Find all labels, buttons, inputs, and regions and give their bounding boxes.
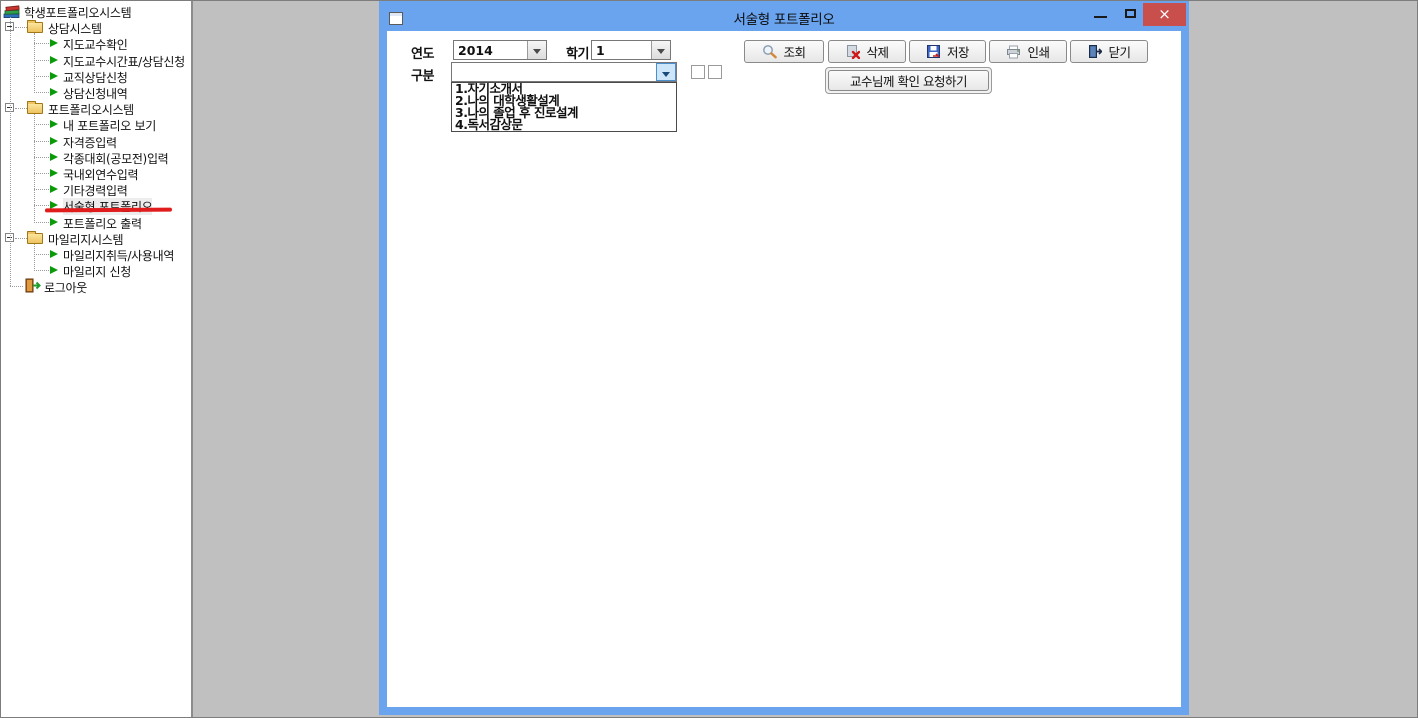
tree-item[interactable]: 내 포트폴리오 보기 bbox=[1, 116, 193, 132]
tree-connector bbox=[34, 141, 49, 142]
semester-label: 학기 bbox=[566, 43, 589, 62]
leaf-arrow-icon bbox=[50, 266, 58, 274]
leaf-arrow-icon bbox=[50, 88, 58, 96]
delete-icon bbox=[845, 44, 860, 59]
navigation-tree: 학생포트폴리오시스템상담시스템지도교수확인지도교수시간표/상담신청교직상담신청상… bbox=[1, 1, 191, 321]
maximize-button[interactable] bbox=[1119, 5, 1143, 25]
leaf-arrow-icon bbox=[50, 218, 58, 226]
search-icon bbox=[762, 44, 777, 59]
tree-item[interactable]: 각종대회(공모전)입력 bbox=[1, 149, 193, 165]
year-value: 2014 bbox=[458, 43, 493, 58]
leaf-arrow-icon bbox=[50, 56, 58, 64]
tree-item[interactable]: 학생포트폴리오시스템 bbox=[1, 3, 193, 19]
portfolio-window: 서술형 포트폴리오 × 연도 2014 학기 1 구분 bbox=[379, 1, 1189, 715]
leaf-arrow-icon bbox=[50, 72, 58, 80]
tree-connector bbox=[15, 238, 27, 239]
category-label: 구분 bbox=[411, 65, 434, 84]
tree-item-label: 서술형 포트폴리오 bbox=[63, 198, 152, 215]
semester-select[interactable]: 1 bbox=[591, 40, 671, 60]
leaf-arrow-icon bbox=[50, 120, 58, 128]
tree-connector bbox=[34, 157, 49, 158]
folder-icon bbox=[27, 233, 43, 244]
tree-connector bbox=[34, 189, 49, 190]
printer-icon bbox=[1006, 44, 1021, 59]
dropdown-option[interactable]: 4.독서감상문 bbox=[452, 119, 676, 131]
tree-item[interactable]: 기타경력입력 bbox=[1, 181, 193, 197]
tree-connector bbox=[34, 270, 49, 271]
tree-branch-line bbox=[34, 114, 35, 223]
tree-item[interactable]: 마일리지취득/사용내역 bbox=[1, 246, 193, 262]
app-screen: 학생포트폴리오시스템상담시스템지도교수확인지도교수시간표/상담신청교직상담신청상… bbox=[0, 0, 1418, 718]
chevron-down-icon[interactable] bbox=[651, 41, 670, 59]
leaf-arrow-icon bbox=[50, 185, 58, 193]
tree-branch-line bbox=[34, 244, 35, 271]
tree-connector bbox=[34, 124, 49, 125]
sidebar-tree-panel: 학생포트폴리오시스템상담시스템지도교수확인지도교수시간표/상담신청교직상담신청상… bbox=[1, 1, 193, 717]
tree-item[interactable]: 교직상담신청 bbox=[1, 68, 193, 84]
tree-connector bbox=[34, 222, 49, 223]
tree-connector bbox=[34, 254, 49, 255]
year-select[interactable]: 2014 bbox=[453, 40, 547, 60]
leaf-arrow-icon bbox=[50, 153, 58, 161]
tree-trunk-line bbox=[10, 17, 11, 286]
chevron-down-icon[interactable] bbox=[656, 63, 676, 81]
tree-item-label: 로그아웃 bbox=[44, 279, 87, 296]
category-select[interactable] bbox=[451, 62, 677, 82]
tree-connector bbox=[34, 60, 49, 61]
request-confirm-button[interactable]: 교수님께 확인 요청하기 bbox=[825, 67, 992, 94]
tree-item[interactable]: 자격증입력 bbox=[1, 133, 193, 149]
category-dropdown-list: 1.자기소개서 2.나의 대학생활설계 3.나의 졸업 후 진로설계 4.독서감… bbox=[451, 82, 677, 132]
tree-branch-line bbox=[34, 33, 35, 93]
checkbox-1[interactable] bbox=[691, 65, 705, 79]
tree-item[interactable]: 마일리지 신청 bbox=[1, 262, 193, 278]
window-content: 연도 2014 학기 1 구분 1.자기소개서 2.나의 대학생활설계 3.나의… bbox=[387, 31, 1181, 707]
tree-connector bbox=[34, 205, 49, 206]
close-form-button[interactable]: 닫기 bbox=[1070, 40, 1148, 63]
delete-button[interactable]: 삭제 bbox=[828, 40, 906, 63]
folder-icon bbox=[27, 22, 43, 33]
folder-icon bbox=[27, 103, 43, 114]
leaf-arrow-icon bbox=[50, 137, 58, 145]
tree-connector bbox=[34, 173, 49, 174]
query-button[interactable]: 조회 bbox=[744, 40, 824, 63]
tree-connector bbox=[34, 92, 49, 93]
tree-item[interactable]: 로그아웃 bbox=[1, 278, 193, 294]
tree-item[interactable]: 마일리지시스템 bbox=[1, 230, 193, 246]
leaf-arrow-icon bbox=[50, 250, 58, 258]
logout-door-icon bbox=[24, 278, 41, 297]
window-title: 서술형 포트폴리오 bbox=[379, 8, 1189, 28]
minimize-button[interactable] bbox=[1089, 5, 1113, 25]
print-button[interactable]: 인쇄 bbox=[989, 40, 1067, 63]
tree-connector bbox=[34, 43, 49, 44]
save-floppy-icon bbox=[926, 44, 941, 59]
chevron-down-icon[interactable] bbox=[527, 41, 546, 59]
leaf-arrow-icon bbox=[50, 169, 58, 177]
tree-item-label: 내 포트폴리오 보기 bbox=[63, 117, 156, 134]
checkbox-2[interactable] bbox=[708, 65, 722, 79]
tree-connector bbox=[10, 286, 23, 287]
close-window-button[interactable]: × bbox=[1143, 3, 1186, 26]
tree-item[interactable]: 포트폴리오시스템 bbox=[1, 100, 193, 116]
leaf-arrow-icon bbox=[50, 39, 58, 47]
window-titlebar[interactable]: 서술형 포트폴리오 × bbox=[379, 1, 1189, 31]
semester-value: 1 bbox=[596, 43, 605, 58]
tree-connector bbox=[15, 108, 27, 109]
year-label: 연도 bbox=[411, 43, 434, 62]
tree-item-label: 지도교수확인 bbox=[63, 36, 127, 53]
tree-item[interactable]: 상담신청내역 bbox=[1, 84, 193, 100]
tree-item[interactable]: 상담시스템 bbox=[1, 19, 193, 35]
tree-item[interactable]: 지도교수시간표/상담신청 bbox=[1, 52, 193, 68]
exit-door-icon bbox=[1087, 44, 1102, 59]
tree-item[interactable]: 지도교수확인 bbox=[1, 35, 193, 51]
save-button[interactable]: 저장 bbox=[909, 40, 986, 63]
tree-connector bbox=[15, 27, 27, 28]
tree-item[interactable]: 국내외연수입력 bbox=[1, 165, 193, 181]
tree-connector bbox=[34, 76, 49, 77]
tree-item[interactable]: 포트폴리오 출력 bbox=[1, 214, 193, 230]
